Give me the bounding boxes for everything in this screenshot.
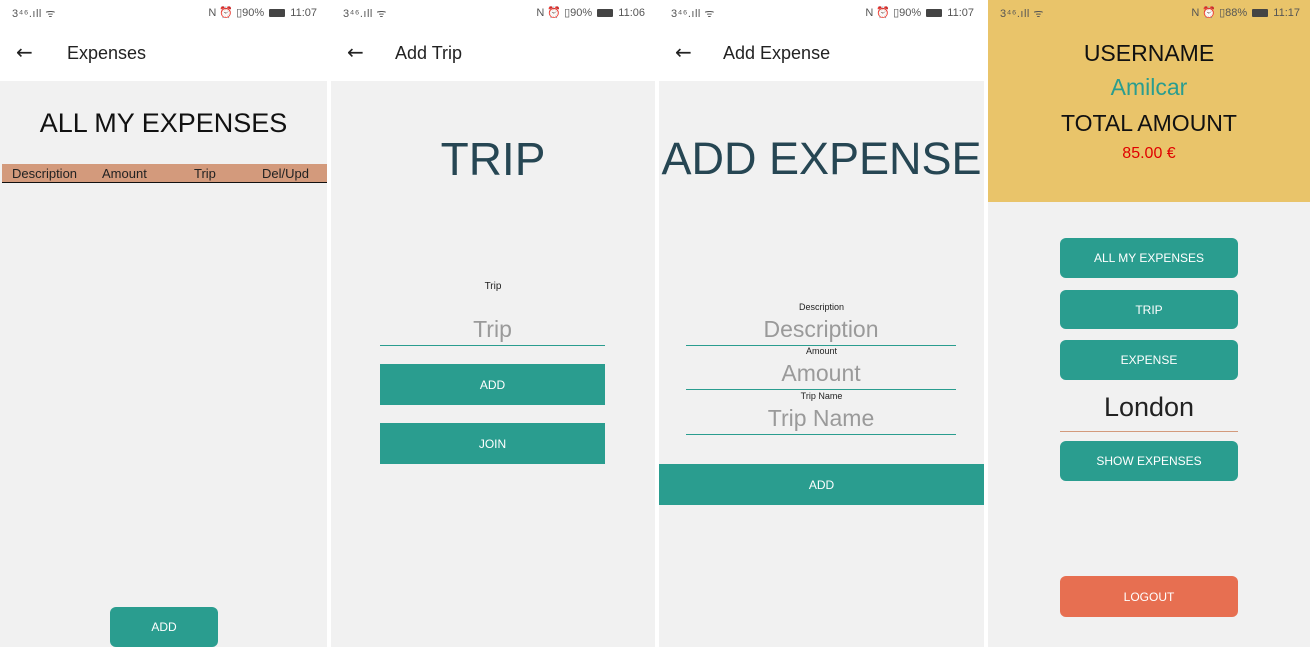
status-time: 11:06	[618, 7, 645, 19]
battery-icon	[269, 9, 286, 18]
amount-field-label: Amount	[805, 346, 838, 356]
trip-field-label: Trip	[484, 281, 502, 292]
status-time: 11:17	[1273, 7, 1300, 19]
username-label: USERNAME	[1083, 40, 1215, 66]
back-arrow-icon[interactable]: ←	[675, 40, 692, 64]
add-trip-screen: 3⁴⁶.ıll ᯤ N ⏰ ▯90% 11:06 ← Add Trip TRIP…	[331, 0, 655, 647]
back-arrow-icon[interactable]: ←	[347, 40, 364, 64]
expenses-table-header: Description Amount Trip Del/Upd	[2, 164, 327, 183]
page-heading: ALL MY EXPENSES	[39, 108, 288, 138]
trip-name-input[interactable]	[686, 403, 956, 435]
back-arrow-icon[interactable]: ←	[16, 40, 33, 64]
trip-input[interactable]	[380, 314, 605, 346]
add-expense-submit-button[interactable]: ADD	[659, 464, 984, 505]
status-time: 11:07	[290, 7, 317, 19]
status-time: 11:07	[947, 7, 974, 19]
battery-icon	[926, 9, 943, 18]
total-amount-label: TOTAL AMOUNT	[1061, 110, 1237, 136]
app-bar-title: Add Expense	[723, 43, 831, 63]
description-input[interactable]	[686, 314, 956, 346]
signal-wifi-indicator: 3⁴⁶.ıll ᯤ	[1000, 8, 1044, 20]
logout-button[interactable]: LOGOUT	[1060, 576, 1238, 617]
status-icons: N ⏰ ▯90%	[865, 7, 922, 19]
column-header-trip: Trip	[194, 166, 216, 181]
expenses-screen: 3⁴⁶.ıll ᯤ N ⏰ ▯90% 11:07 ← Expenses ALL …	[0, 0, 327, 647]
app-bar-title: Expenses	[67, 43, 147, 63]
all-my-expenses-button[interactable]: ALL MY EXPENSES	[1060, 238, 1238, 278]
add-expense-screen: 3⁴⁶.ıll ᯤ N ⏰ ▯90% 11:07 ← Add Expense A…	[659, 0, 984, 647]
column-header-amount: Amount	[102, 166, 147, 181]
status-right: N ⏰ ▯88% 11:17	[1191, 6, 1300, 19]
expense-button[interactable]: EXPENSE	[1060, 340, 1238, 380]
trip-name-field-label: Trip Name	[800, 391, 843, 401]
battery-icon	[597, 9, 614, 18]
status-bar: 3⁴⁶.ıll ᯤ N ⏰ ▯90% 11:06	[331, 0, 655, 26]
home-screen: 3⁴⁶.ıll ᯤ N ⏰ ▯88% 11:17 USERNAME Amilca…	[988, 0, 1310, 647]
total-amount-value: 85.00 €	[1122, 145, 1176, 162]
show-expenses-button[interactable]: SHOW EXPENSES	[1060, 441, 1238, 481]
page-heading: ADD EXPENSE	[661, 133, 982, 184]
battery-icon	[1252, 9, 1269, 18]
add-trip-button[interactable]: ADD	[380, 364, 605, 405]
status-icons: N ⏰ ▯88%	[1191, 7, 1248, 19]
add-expense-button[interactable]: ADD	[110, 607, 218, 647]
app-bar: ← Add Expense	[659, 26, 984, 81]
page-heading: TRIP	[440, 133, 546, 185]
status-right: N ⏰ ▯90% 11:07	[865, 6, 974, 19]
status-right: N ⏰ ▯90% 11:06	[536, 6, 645, 19]
app-bar: ← Expenses	[0, 26, 327, 81]
status-bar: 3⁴⁶.ıll ᯤ N ⏰ ▯90% 11:07	[659, 0, 984, 26]
status-bar: 3⁴⁶.ıll ᯤ N ⏰ ▯90% 11:07	[0, 0, 327, 26]
signal-wifi-indicator: 3⁴⁶.ıll ᯤ	[343, 8, 387, 20]
user-summary-panel: USERNAME Amilcar TOTAL AMOUNT 85.00 €	[988, 26, 1310, 202]
column-header-del-upd: Del/Upd	[262, 166, 309, 181]
app-bar-title: Add Trip	[395, 43, 463, 63]
status-icons: N ⏰ ▯90%	[536, 7, 593, 19]
description-field-label: Description	[798, 302, 845, 312]
signal-wifi-indicator: 3⁴⁶.ıll ᯤ	[12, 8, 56, 20]
join-trip-button[interactable]: JOIN	[380, 423, 605, 464]
city-selector[interactable]: London	[1060, 392, 1238, 432]
signal-wifi-indicator: 3⁴⁶.ıll ᯤ	[671, 8, 715, 20]
status-icons: N ⏰ ▯90%	[208, 7, 265, 19]
column-header-description: Description	[12, 166, 78, 181]
trip-button[interactable]: TRIP	[1060, 290, 1238, 329]
app-bar: ← Add Trip	[331, 26, 655, 81]
status-right: N ⏰ ▯90% 11:07	[208, 6, 317, 19]
status-bar: 3⁴⁶.ıll ᯤ N ⏰ ▯88% 11:17	[988, 0, 1310, 26]
amount-input[interactable]	[686, 358, 956, 390]
username-value: Amilcar	[1110, 74, 1188, 100]
